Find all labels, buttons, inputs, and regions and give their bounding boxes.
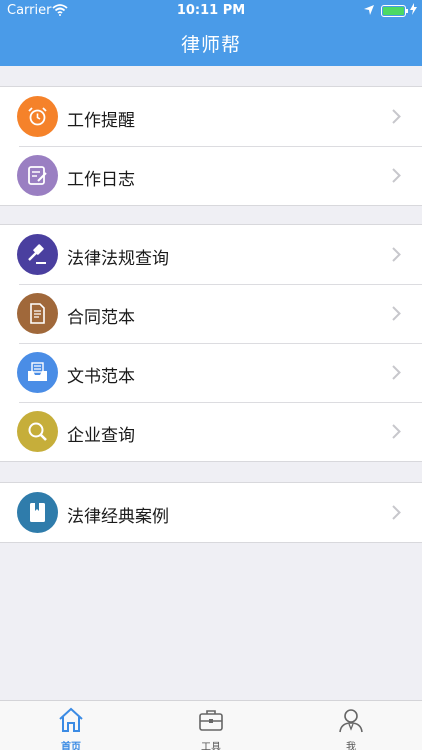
battery-icon [381, 5, 406, 17]
battery-tip [406, 9, 408, 13]
menu-item-document-templates[interactable]: 文书范本 [0, 343, 422, 402]
chevron-right-icon [392, 168, 401, 187]
book-icon [17, 492, 58, 533]
chevron-right-icon [392, 247, 401, 266]
magnifier-icon [17, 411, 58, 452]
menu-group-work: 工作提醒 工作日志 [0, 86, 422, 206]
chevron-right-icon [392, 365, 401, 384]
menu-item-classic-cases[interactable]: 法律经典案例 [0, 483, 422, 542]
menu-label: 法律法规查询 [67, 249, 169, 269]
tab-label: 工具 [201, 742, 221, 750]
tab-tools[interactable]: 工具 [141, 701, 281, 750]
chevron-right-icon [392, 505, 401, 524]
location-arrow-icon [363, 4, 375, 20]
notebook-pencil-icon [17, 155, 58, 196]
menu-item-company-query[interactable]: 企业查询 [0, 402, 422, 461]
menu-group-reference: 法律法规查询 合同范本 文书范本 企业查询 [0, 224, 422, 462]
menu-label: 企业查询 [67, 426, 135, 446]
chevron-right-icon [392, 306, 401, 325]
tab-me[interactable]: 我 [281, 701, 421, 750]
chevron-right-icon [392, 109, 401, 128]
tab-label: 我 [346, 742, 356, 750]
document-icon [17, 293, 58, 334]
menu-label: 文书范本 [67, 367, 135, 387]
menu-label: 工作提醒 [67, 111, 135, 131]
menu-label: 法律经典案例 [67, 507, 169, 527]
page-title: 律师帮 [180, 34, 241, 56]
menu-item-law-query[interactable]: 法律法规查询 [0, 225, 422, 284]
tab-bar: 首页 工具 我 [0, 700, 422, 750]
menu-label: 工作日志 [67, 170, 135, 190]
status-bar: Carrier 10:11 PM [0, 0, 422, 22]
chevron-right-icon [392, 424, 401, 443]
tab-label: 首页 [61, 742, 81, 750]
menu-item-work-log[interactable]: 工作日志 [0, 146, 422, 205]
menu-group-cases: 法律经典案例 [0, 482, 422, 543]
alarm-clock-icon [17, 96, 58, 137]
tab-home[interactable]: 首页 [1, 701, 141, 750]
clock: 10:11 PM [176, 3, 246, 18]
menu-label: 合同范本 [67, 308, 135, 328]
gavel-icon [17, 234, 58, 275]
inbox-tray-icon [17, 352, 58, 393]
menu-item-work-reminder[interactable]: 工作提醒 [0, 87, 422, 146]
nav-header: Carrier 10:11 PM 律师帮 [0, 0, 422, 66]
charging-icon [410, 3, 417, 18]
menu-item-contract-templates[interactable]: 合同范本 [0, 284, 422, 343]
